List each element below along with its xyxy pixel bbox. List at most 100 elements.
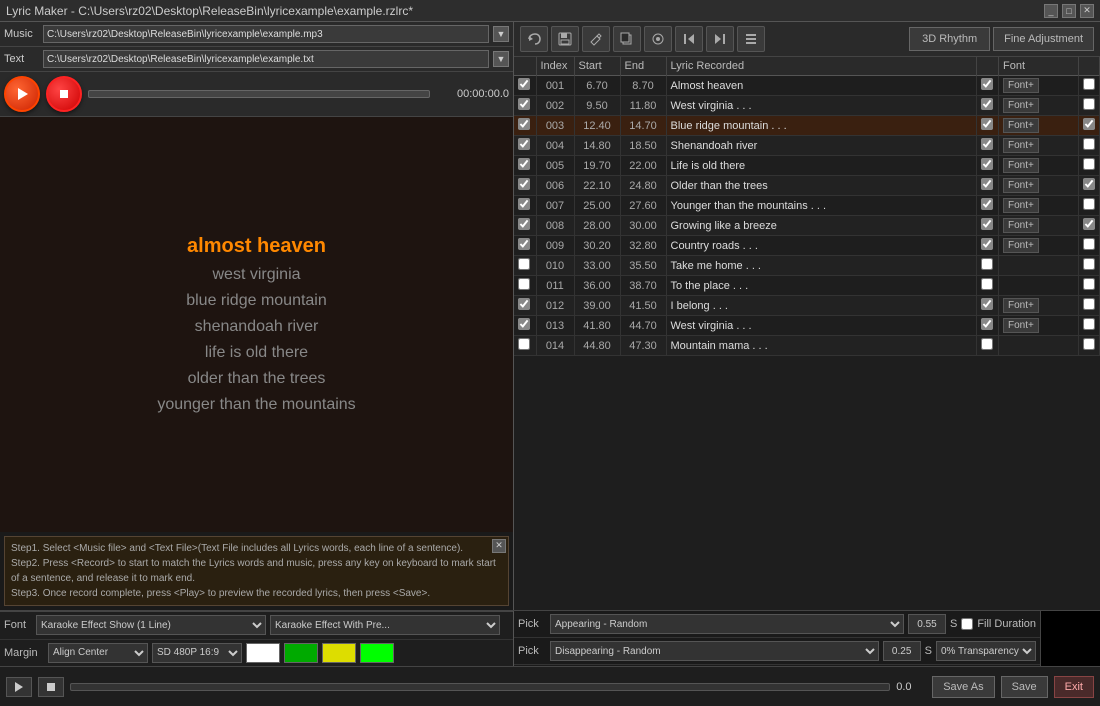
disappearing-select[interactable]: Disappearing - Random <box>550 641 879 661</box>
row-extra-checkbox[interactable] <box>1083 98 1095 110</box>
row-font-checkbox[interactable] <box>981 318 993 330</box>
row-checkbox[interactable] <box>518 178 530 190</box>
close-button[interactable]: ✕ <box>1080 4 1094 18</box>
row-font-btn-cell[interactable]: Font+ <box>999 236 1079 256</box>
row-extra-checkbox[interactable] <box>1083 298 1095 310</box>
row-extra-check-cell[interactable] <box>1079 96 1100 116</box>
row-checkbox-cell[interactable] <box>514 296 536 316</box>
transparency-select[interactable]: 0% Transparency <box>936 641 1036 661</box>
table-row[interactable]: 012 39.00 41.50 I belong . . . Font+ <box>514 296 1100 316</box>
row-checkbox[interactable] <box>518 98 530 110</box>
row-checkbox-cell[interactable] <box>514 176 536 196</box>
font-plus-button[interactable]: Font+ <box>1003 178 1039 193</box>
row-font-btn-cell[interactable]: Font+ <box>999 216 1079 236</box>
row-extra-checkbox[interactable] <box>1083 78 1095 90</box>
table-row[interactable]: 013 41.80 44.70 West virginia . . . Font… <box>514 316 1100 336</box>
row-extra-check-cell[interactable] <box>1079 256 1100 276</box>
music-browse-button[interactable]: ▼ <box>493 26 509 42</box>
row-checkbox-cell[interactable] <box>514 236 536 256</box>
row-font-check-cell[interactable] <box>977 216 999 236</box>
font-plus-button[interactable]: Font+ <box>1003 138 1039 153</box>
maximize-button[interactable]: □ <box>1062 4 1076 18</box>
row-checkbox-cell[interactable] <box>514 216 536 236</box>
row-font-btn-cell[interactable]: Font+ <box>999 76 1079 96</box>
row-checkbox[interactable] <box>518 158 530 170</box>
row-checkbox[interactable] <box>518 198 530 210</box>
row-font-checkbox[interactable] <box>981 158 993 170</box>
table-row[interactable]: 003 12.40 14.70 Blue ridge mountain . . … <box>514 116 1100 136</box>
row-extra-checkbox[interactable] <box>1083 258 1095 270</box>
font-plus-button[interactable]: Font+ <box>1003 158 1039 173</box>
row-checkbox-cell[interactable] <box>514 316 536 336</box>
row-font-btn-cell[interactable]: Font+ <box>999 96 1079 116</box>
text-path-input[interactable] <box>43 50 489 68</box>
row-font-check-cell[interactable] <box>977 76 999 96</box>
row-checkbox-cell[interactable] <box>514 116 536 136</box>
row-font-checkbox[interactable] <box>981 338 993 350</box>
record-button[interactable] <box>644 26 672 52</box>
row-checkbox-cell[interactable] <box>514 156 536 176</box>
row-extra-checkbox[interactable] <box>1083 118 1095 130</box>
row-font-check-cell[interactable] <box>977 156 999 176</box>
fast-forward-button[interactable] <box>706 26 734 52</box>
color-white[interactable] <box>246 643 280 663</box>
row-extra-checkbox[interactable] <box>1083 158 1095 170</box>
resolution-select[interactable]: SD 480P 16:9 <box>152 643 242 663</box>
row-checkbox-cell[interactable] <box>514 276 536 296</box>
row-font-btn-cell[interactable]: Font+ <box>999 136 1079 156</box>
bottom-play-button[interactable] <box>6 677 32 697</box>
row-extra-check-cell[interactable] <box>1079 216 1100 236</box>
row-font-checkbox[interactable] <box>981 218 993 230</box>
align-select[interactable]: Align Center <box>48 643 148 663</box>
row-font-btn-cell[interactable] <box>999 256 1079 276</box>
table-row[interactable]: 006 22.10 24.80 Older than the trees Fon… <box>514 176 1100 196</box>
row-font-check-cell[interactable] <box>977 236 999 256</box>
table-row[interactable]: 009 30.20 32.80 Country roads . . . Font… <box>514 236 1100 256</box>
row-font-check-cell[interactable] <box>977 336 999 356</box>
row-font-check-cell[interactable] <box>977 96 999 116</box>
table-row[interactable]: 010 33.00 35.50 Take me home . . . <box>514 256 1100 276</box>
save-button[interactable]: Save <box>1001 676 1048 698</box>
table-row[interactable]: 002 9.50 11.80 West virginia . . . Font+ <box>514 96 1100 116</box>
row-font-check-cell[interactable] <box>977 256 999 276</box>
row-checkbox[interactable] <box>518 218 530 230</box>
row-font-btn-cell[interactable] <box>999 336 1079 356</box>
row-font-btn-cell[interactable]: Font+ <box>999 116 1079 136</box>
row-font-checkbox[interactable] <box>981 78 993 90</box>
row-checkbox-cell[interactable] <box>514 76 536 96</box>
minimize-button[interactable]: _ <box>1044 4 1058 18</box>
row-font-check-cell[interactable] <box>977 176 999 196</box>
exit-button[interactable]: Exit <box>1054 676 1094 698</box>
font-plus-button[interactable]: Font+ <box>1003 218 1039 233</box>
table-row[interactable]: 007 25.00 27.60 Younger than the mountai… <box>514 196 1100 216</box>
row-extra-check-cell[interactable] <box>1079 316 1100 336</box>
row-checkbox-cell[interactable] <box>514 96 536 116</box>
fine-adjustment-button[interactable]: Fine Adjustment <box>993 27 1094 51</box>
row-extra-check-cell[interactable] <box>1079 156 1100 176</box>
row-font-check-cell[interactable] <box>977 196 999 216</box>
rewind-button[interactable] <box>675 26 703 52</box>
row-font-checkbox[interactable] <box>981 278 993 290</box>
edit-button[interactable] <box>582 26 610 52</box>
row-checkbox[interactable] <box>518 238 530 250</box>
row-extra-checkbox[interactable] <box>1083 198 1095 210</box>
font-plus-button[interactable]: Font+ <box>1003 78 1039 93</box>
row-font-checkbox[interactable] <box>981 98 993 110</box>
lyric-table-container[interactable]: Index Start End Lyric Recorded Font 001 … <box>514 57 1100 610</box>
row-extra-check-cell[interactable] <box>1079 176 1100 196</box>
font-plus-button[interactable]: Font+ <box>1003 198 1039 213</box>
undo-button[interactable] <box>520 26 548 52</box>
table-row[interactable]: 004 14.80 18.50 Shenandoah river Font+ <box>514 136 1100 156</box>
table-row[interactable]: 011 36.00 38.70 To the place . . . <box>514 276 1100 296</box>
row-font-checkbox[interactable] <box>981 298 993 310</box>
row-extra-check-cell[interactable] <box>1079 276 1100 296</box>
row-extra-checkbox[interactable] <box>1083 318 1095 330</box>
row-checkbox[interactable] <box>518 258 530 270</box>
row-font-check-cell[interactable] <box>977 276 999 296</box>
row-font-checkbox[interactable] <box>981 118 993 130</box>
play-button[interactable] <box>4 76 40 112</box>
row-extra-checkbox[interactable] <box>1083 278 1095 290</box>
color-green[interactable] <box>284 643 318 663</box>
appearing-select[interactable]: Appearing - Random <box>550 614 904 634</box>
info-close-button[interactable]: ✕ <box>492 539 506 553</box>
